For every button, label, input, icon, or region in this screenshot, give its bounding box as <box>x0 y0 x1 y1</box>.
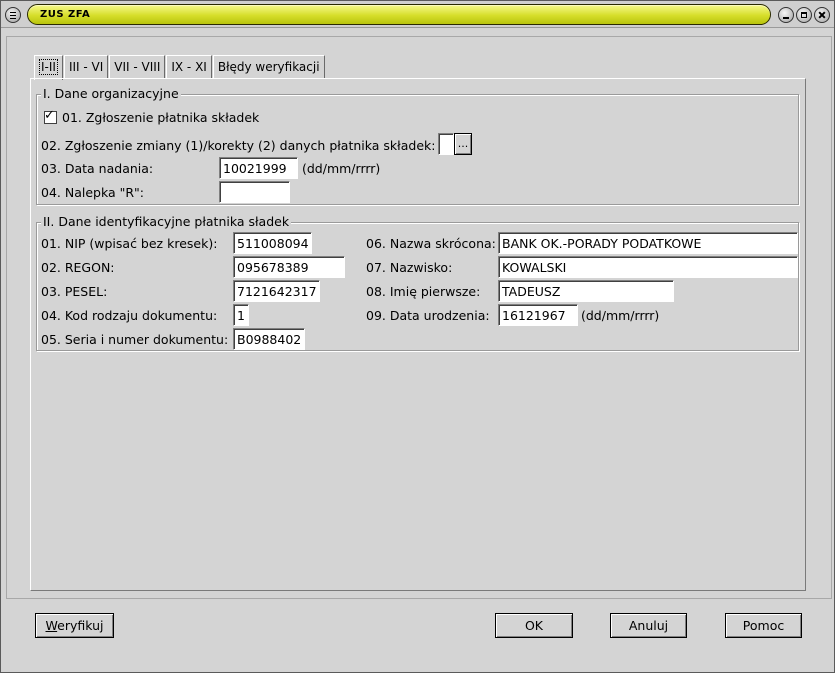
tab-i-ii[interactable]: I-II <box>34 55 63 80</box>
imie-field[interactable]: TADEUSZ <box>498 280 674 302</box>
window-menu-icon[interactable] <box>5 7 21 23</box>
kod-dokumentu-label: 04. Kod rodzaju dokumentu: <box>41 308 218 323</box>
zmiana-korekta-label: 02. Zgłoszenie zmiany (1)/korekty (2) da… <box>41 138 436 153</box>
pesel-label: 03. PESEL: <box>41 284 108 299</box>
imie-label: 08. Imię pierwsze: <box>366 284 481 299</box>
data-nadania-hint: (dd/mm/rrrr) <box>302 161 381 176</box>
ok-button[interactable]: OK <box>495 613 573 638</box>
weryfikuj-label: eryfikuj <box>57 618 104 633</box>
tab-ix-xi[interactable]: IX - XI <box>166 55 212 79</box>
check-icon: ✓ <box>44 108 55 123</box>
zmiana-korekta-field[interactable] <box>438 133 454 155</box>
cancel-button[interactable]: Anuluj <box>610 613 687 638</box>
nazwisko-field[interactable]: KOWALSKI <box>498 256 798 278</box>
nalepka-field[interactable] <box>219 181 290 203</box>
regon-field[interactable]: 095678389 <box>233 256 345 278</box>
nazwisko-label: 07. Nazwisko: <box>366 260 453 275</box>
close-icon[interactable] <box>814 7 830 23</box>
weryfikuj-button[interactable]: Weryfikuj <box>35 613 114 638</box>
help-button[interactable]: Pomoc <box>725 613 802 638</box>
data-urodzenia-hint: (dd/mm/rrrr) <box>581 308 660 323</box>
regon-label: 02. REGON: <box>41 260 115 275</box>
maximize-icon[interactable] <box>796 7 812 23</box>
data-urodzenia-field[interactable]: 16121967 <box>498 304 578 326</box>
nip-field[interactable]: 511008094 <box>233 232 312 254</box>
tab-bar: I-II III - VI VII - VIII IX - XI Błędy w… <box>34 55 326 80</box>
window-title: ZUS ZFA <box>40 9 91 20</box>
tab-label: I-II <box>39 59 58 75</box>
tab-bledy-weryfikacji[interactable]: Błędy weryfikacji <box>212 55 325 79</box>
dialog-window: ZUS ZFA I-II III - VI VII - VIII IX - XI… <box>0 0 835 673</box>
section-title: I. Dane organizacyjne <box>41 86 181 101</box>
data-urodzenia-label: 09. Data urodzenia: <box>366 308 490 323</box>
seria-numer-label: 05. Seria i numer dokumentu: <box>41 332 229 347</box>
seria-numer-field[interactable]: B0988402 <box>233 328 305 350</box>
data-nadania-label: 03. Data nadania: <box>41 161 154 176</box>
title-pill[interactable]: ZUS ZFA <box>27 4 771 25</box>
nazwa-skrocona-field[interactable]: BANK OK.-PORADY PODATKOWE <box>498 232 798 254</box>
browse-button[interactable]: ... <box>454 133 472 155</box>
section-title: II. Dane identyfikacyjne płatnika sładek <box>41 214 292 229</box>
zgloszenie-label: 01. Zgłoszenie płatnika składek <box>62 110 260 125</box>
nazwa-skrocona-label: 06. Nazwa skrócona: <box>366 236 496 251</box>
tab-vii-viii[interactable]: VII - VIII <box>109 55 166 79</box>
nalepka-label: 04. Nalepka "R": <box>41 185 145 200</box>
kod-dokumentu-field[interactable]: 1 <box>233 304 249 326</box>
mnemonic-letter: W <box>45 618 58 633</box>
minimize-icon[interactable] <box>778 7 794 23</box>
tab-iii-vi[interactable]: III - VI <box>63 55 109 79</box>
zgloszenie-checkbox[interactable]: ✓ <box>44 108 57 124</box>
title-bar[interactable]: ZUS ZFA <box>1 1 834 28</box>
nip-label: 01. NIP (wpisać bez kresek): <box>41 236 218 251</box>
pesel-field[interactable]: 7121642317 <box>233 280 320 302</box>
data-nadania-field[interactable]: 10021999 <box>219 157 298 179</box>
